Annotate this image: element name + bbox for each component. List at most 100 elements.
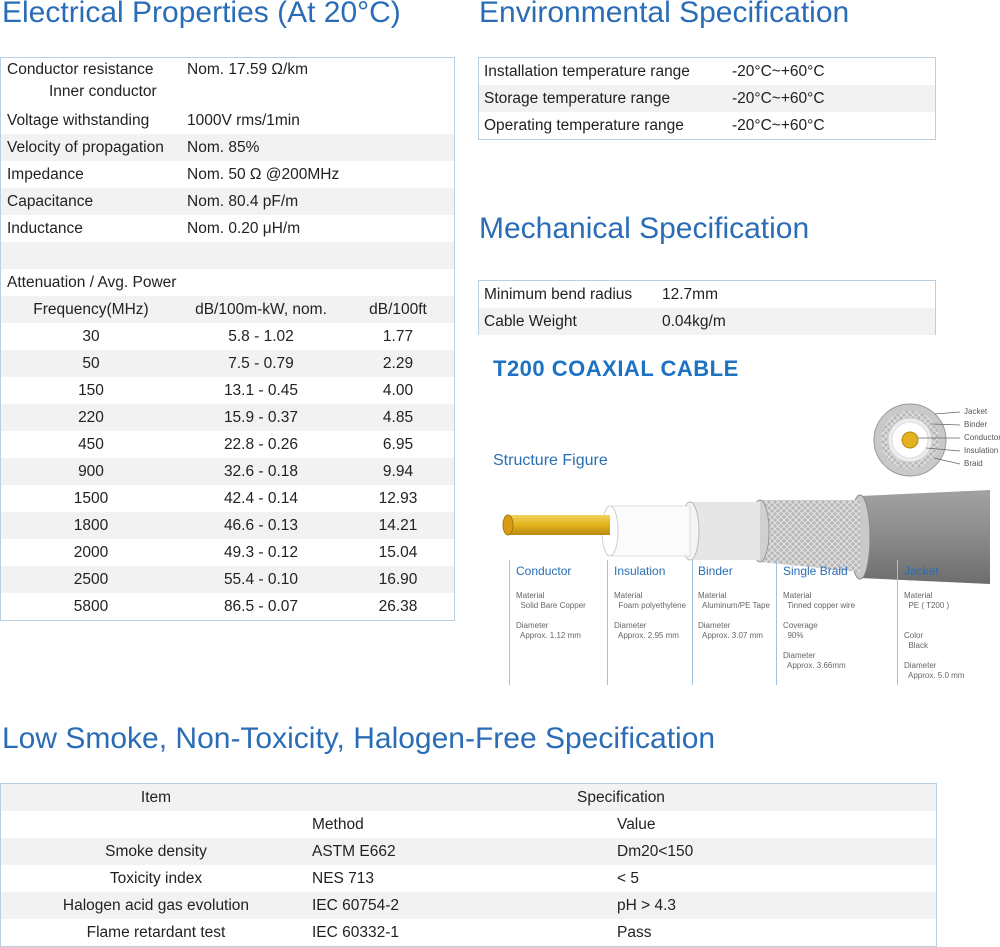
row-value: Nom. 80.4 pF/m	[187, 193, 299, 210]
binder-layer	[690, 502, 760, 560]
row-label: Installation temperature range	[484, 63, 690, 80]
mechanical-heading: Mechanical Specification	[479, 212, 810, 245]
lsoh-heading: Low Smoke, Non-Toxicity, Halogen-Free Sp…	[2, 722, 716, 755]
layer-conductor-details: Material Solid Bare Copper Diameter Appr…	[516, 591, 586, 640]
db-per-100m-cell: 5.8 - 1.02	[228, 328, 294, 345]
db-per-100ft-cell: 4.00	[382, 382, 414, 399]
legend-binder: Binder	[964, 420, 988, 429]
layer-jacket-name: Jacket	[904, 564, 939, 578]
row-value: -20°C~+60°C	[732, 63, 825, 80]
layer-braid-name: Single Braid	[783, 564, 848, 578]
lsoh-subheader-row: Method Value	[1, 811, 936, 838]
value-cell: pH > 4.3	[617, 897, 677, 914]
table-row: Minimum bend radius 12.7mm	[479, 281, 935, 308]
row-value: Nom. 17.59 Ω/km	[187, 61, 308, 78]
method-cell: ASTM E662	[312, 843, 396, 860]
value-header: Value	[617, 816, 656, 833]
table-row: Smoke density ASTM E662 Dm20<150	[1, 838, 936, 865]
db-per-100ft-cell: 26.38	[378, 598, 418, 615]
legend-insulation: Insulation	[964, 446, 999, 455]
row-value: 1000V rms/1min	[187, 112, 300, 129]
db-per-100ft-cell: 16.90	[378, 571, 418, 588]
db-per-100ft-cell: 12.93	[378, 490, 418, 507]
frequency-cell: 220	[78, 409, 104, 426]
table-row: Voltage withstanding 1000V rms/1min	[1, 107, 454, 134]
cable-figure-title: T200 COAXIAL CABLE	[493, 356, 739, 381]
db-per-100m-cell: 86.5 - 0.07	[223, 598, 299, 615]
divider	[509, 560, 510, 685]
attenuation-title: Attenuation / Avg. Power	[7, 274, 177, 291]
lsoh-table: Item Specification Method Value Smoke de…	[0, 783, 937, 947]
method-cell: IEC 60332-1	[312, 924, 400, 941]
braid-layer	[760, 500, 860, 572]
table-row: 220 15.9 - 0.37 4.85	[1, 404, 454, 431]
row-label: Voltage withstanding	[7, 112, 150, 129]
electrical-heading: Electrical Properties (At 20°C)	[2, 0, 401, 29]
row-label: Inductance	[7, 220, 83, 237]
value-cell: Pass	[617, 924, 652, 941]
table-row: Operating temperature range -20°C~+60°C	[479, 112, 935, 139]
db-per-100m-cell: 7.5 - 0.79	[228, 355, 294, 372]
layer-braid-details: Material Tinned copper wire Coverage 90%…	[783, 591, 856, 670]
row-label: Velocity of propagation	[7, 139, 164, 156]
row-sublabel: Inner conductor	[49, 83, 157, 100]
table-row: Halogen acid gas evolution IEC 60754-2 pH …	[1, 892, 936, 919]
frequency-cell: 30	[82, 328, 100, 345]
db-per-100ft-cell: 1.77	[382, 328, 414, 345]
layer-binder-details: Material Aluminum/PE Tape Diameter Appro…	[698, 591, 770, 640]
db-per-100ft-cell: 4.85	[382, 409, 414, 426]
db-per-100m-cell: 55.4 - 0.10	[223, 571, 299, 588]
frequency-cell: 5800	[73, 598, 109, 615]
db-per-100m-cell: 49.3 - 0.12	[223, 544, 299, 561]
db-per-100ft-cell: 6.95	[382, 436, 414, 453]
specification-header: Specification	[577, 789, 665, 806]
table-row: 150 13.1 - 0.45 4.00	[1, 377, 454, 404]
table-row: Impedance Nom. 50 Ω @200MHz	[1, 161, 454, 188]
row-label: Capacitance	[7, 193, 94, 210]
table-row: Capacitance Nom. 80.4 pF/m	[1, 188, 454, 215]
row-label: Operating temperature range	[484, 117, 684, 134]
db-per-100m-cell: 32.6 - 0.18	[223, 463, 299, 480]
row-value: Nom. 0.20 μH/m	[187, 220, 301, 237]
table-row: Toxicity index NES 713 < 5	[1, 865, 936, 892]
db-per-100m-cell: 13.1 - 0.45	[223, 382, 299, 399]
layer-insulation-name: Insulation	[614, 564, 666, 578]
row-value: Nom. 50 Ω @200MHz	[187, 166, 340, 183]
item-cell: Flame retardant test	[86, 924, 226, 941]
row-label: Conductor resistance	[7, 61, 154, 78]
row-value: -20°C~+60°C	[732, 117, 825, 134]
divider	[692, 560, 693, 685]
frequency-cell: 1800	[73, 517, 109, 534]
db-per-100m-cell: 22.8 - 0.26	[223, 436, 299, 453]
item-cell: Smoke density	[105, 843, 207, 860]
table-row: Cable Weight 0.04kg/m	[479, 308, 935, 335]
row-label: Cable Weight	[484, 313, 577, 330]
table-row: 450 22.8 - 0.26 6.95	[1, 431, 454, 458]
value-cell: < 5	[617, 870, 639, 887]
table-row: Storage temperature range -20°C~+60°C	[479, 85, 935, 112]
conductor-layer	[508, 515, 610, 535]
db-per-100m-cell: 42.4 - 0.14	[223, 490, 299, 507]
table-row: 2000 49.3 - 0.12 15.04	[1, 539, 454, 566]
divider	[776, 560, 777, 685]
db-per-100m-header: dB/100m-kW, nom.	[195, 301, 327, 318]
attenuation-header-row: Frequency(MHz) dB/100m-kW, nom. dB/100ft	[1, 296, 454, 323]
frequency-cell: 450	[78, 436, 104, 453]
table-row: 900 32.6 - 0.18 9.94	[1, 458, 454, 485]
row-value: Nom. 85%	[187, 139, 260, 156]
table-row: Velocity of propagation Nom. 85%	[1, 134, 454, 161]
attenuation-title-row: Attenuation / Avg. Power	[1, 269, 454, 296]
table-row: 50 7.5 - 0.79 2.29	[1, 350, 454, 377]
lsoh-header-row: Item Specification	[1, 784, 936, 811]
electrical-table: Conductor resistance Inner conductor Nom…	[0, 57, 455, 621]
frequency-cell: 50	[82, 355, 100, 372]
item-header: Item	[140, 789, 172, 806]
legend-jacket: Jacket	[964, 407, 988, 416]
table-row: Flame retardant test IEC 60332-1 Pass	[1, 919, 936, 946]
db-per-100ft-cell: 2.29	[382, 355, 414, 372]
environmental-table: Installation temperature range -20°C~+60…	[478, 57, 936, 140]
frequency-cell: 900	[78, 463, 104, 480]
value-cell: Dm20<150	[617, 843, 694, 860]
spacer-row	[1, 242, 454, 269]
table-row: 2500 55.4 - 0.10 16.90	[1, 566, 454, 593]
